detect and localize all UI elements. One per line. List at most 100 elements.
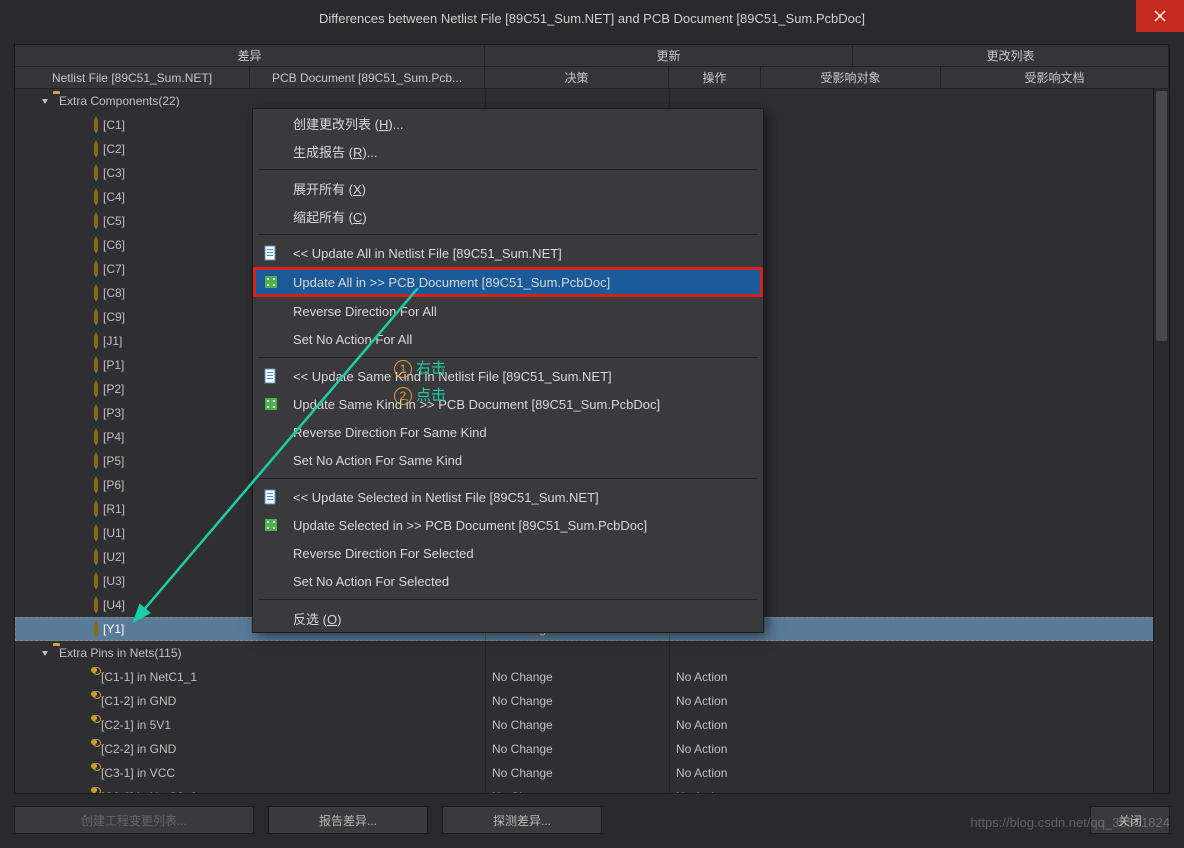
header-decision[interactable]: 决策	[485, 67, 669, 88]
component-icon	[95, 597, 97, 613]
pin-label: [C2-1] in 5V1	[101, 718, 171, 732]
menu-item[interactable]: Set No Action For All	[253, 325, 763, 353]
menu-item[interactable]: Update Same Kind in >> PCB Document [89C…	[253, 390, 763, 418]
component-label: [C4]	[103, 190, 125, 204]
component-label: [Y1]	[103, 622, 124, 636]
explore-diff-button[interactable]: 探测差异...	[442, 806, 602, 834]
menu-item[interactable]: 缩起所有 (C)	[253, 202, 763, 230]
component-label: [C2]	[103, 142, 125, 156]
scrollbar-thumb[interactable]	[1156, 91, 1167, 341]
component-icon	[95, 213, 97, 229]
component-icon	[95, 405, 97, 421]
menu-item-label: Reverse Direction For Same Kind	[293, 425, 487, 440]
component-label: [R1]	[103, 502, 125, 516]
component-label: [C1]	[103, 118, 125, 132]
netlist-doc-icon	[263, 245, 279, 261]
menu-item-label: Update Selected in >> PCB Document [89C5…	[293, 518, 647, 533]
expander-open-icon[interactable]	[39, 647, 51, 659]
component-label: [P6]	[103, 478, 124, 492]
tree-row[interactable]: [C3-2] in NetC3_2No ChangeNo Action	[15, 785, 1169, 793]
header-pcbdoc[interactable]: PCB Document [89C51_Sum.Pcb...	[250, 67, 485, 88]
header-affectdoc[interactable]: 受影响文档	[941, 67, 1169, 88]
tree-row[interactable]: Extra Pins in Nets(115)	[15, 641, 1169, 665]
expander-open-icon[interactable]	[39, 95, 51, 107]
menu-item[interactable]: << Update All in Netlist File [89C51_Sum…	[253, 239, 763, 267]
close-icon	[1154, 10, 1166, 22]
pin-label: [C3-1] in VCC	[101, 766, 175, 780]
component-label: [P1]	[103, 358, 124, 372]
menu-item[interactable]: Update Selected in >> PCB Document [89C5…	[253, 511, 763, 539]
component-icon	[95, 309, 97, 325]
component-icon	[95, 117, 97, 133]
menu-item[interactable]: Reverse Direction For Same Kind	[253, 418, 763, 446]
component-icon	[95, 549, 97, 565]
tree-row[interactable]: [C1-1] in NetC1_1No ChangeNo Action	[15, 665, 1169, 689]
menu-item-label: Reverse Direction For All	[293, 304, 437, 319]
pin-label: [C3-2] in NetC3_2	[101, 790, 197, 793]
scrollbar-track[interactable]	[1153, 89, 1169, 793]
component-icon	[95, 501, 97, 517]
tree-row[interactable]: [C3-1] in VCCNo ChangeNo Action	[15, 761, 1169, 785]
header-changelist[interactable]: 更改列表	[853, 45, 1169, 66]
tree-row[interactable]: [C2-2] in GNDNo ChangeNo Action	[15, 737, 1169, 761]
menu-item[interactable]: << Update Same Kind in Netlist File [89C…	[253, 362, 763, 390]
group-label: Extra Pins in Nets(115)	[59, 646, 182, 660]
component-icon	[95, 261, 97, 277]
menu-item-label: Update All in >> PCB Document [89C51_Sum…	[293, 275, 610, 290]
netlist-doc-icon	[263, 368, 279, 384]
menu-item[interactable]: 展开所有 (X)	[253, 174, 763, 202]
component-label: [U1]	[103, 526, 125, 540]
component-label: [C8]	[103, 286, 125, 300]
menu-item[interactable]: Update All in >> PCB Document [89C51_Sum…	[253, 267, 763, 297]
tree-row[interactable]: [C1-2] in GNDNo ChangeNo Action	[15, 689, 1169, 713]
component-icon	[95, 573, 97, 589]
group-label: Extra Components(22)	[59, 94, 180, 108]
component-icon	[95, 189, 97, 205]
header-netlist[interactable]: Netlist File [89C51_Sum.NET]	[15, 67, 250, 88]
component-label: [P2]	[103, 382, 124, 396]
header-update[interactable]: 更新	[485, 45, 853, 66]
watermark: https://blog.csdn.net/qq_38351824	[971, 815, 1171, 830]
pin-label: [C2-2] in GND	[101, 742, 176, 756]
menu-item[interactable]: Set No Action For Selected	[253, 567, 763, 595]
close-button[interactable]	[1136, 0, 1184, 32]
header-affectobj[interactable]: 受影响对象	[761, 67, 941, 88]
component-label: [U2]	[103, 550, 125, 564]
menu-item[interactable]: Reverse Direction For Selected	[253, 539, 763, 567]
pcb-doc-icon	[263, 396, 279, 412]
menu-item[interactable]: << Update Selected in Netlist File [89C5…	[253, 483, 763, 511]
menu-item-label: 生成报告 (R)...	[293, 142, 378, 161]
menu-item-label: << Update All in Netlist File [89C51_Sum…	[293, 246, 562, 261]
pcb-doc-icon	[263, 517, 279, 533]
component-label: [P4]	[103, 430, 124, 444]
header-diff[interactable]: 差异	[15, 45, 485, 66]
component-icon	[95, 357, 97, 373]
component-icon	[95, 285, 97, 301]
menu-item[interactable]: Set No Action For Same Kind	[253, 446, 763, 474]
pin-label: [C1-2] in GND	[101, 694, 176, 708]
column-header-row1: 差异 更新 更改列表	[15, 45, 1169, 67]
component-label: [C3]	[103, 166, 125, 180]
menu-item[interactable]: 反选 (O)	[253, 604, 763, 632]
menu-separator	[259, 357, 757, 358]
header-action[interactable]: 操作	[669, 67, 761, 88]
report-diff-button[interactable]: 报告差异...	[268, 806, 428, 834]
context-menu: 创建更改列表 (H)... 生成报告 (R)... 展开所有 (X)缩起所有 (C)…	[252, 108, 764, 633]
tree-row[interactable]: [C2-1] in 5V1No ChangeNo Action	[15, 713, 1169, 737]
menu-item-label: Set No Action For All	[293, 332, 412, 347]
pin-label: [C1-1] in NetC1_1	[101, 670, 197, 684]
menu-separator	[259, 234, 757, 235]
create-changelist-button[interactable]: 创建工程变更列表...	[14, 806, 254, 834]
menu-item[interactable]: 创建更改列表 (H)...	[253, 109, 763, 137]
component-label: [C7]	[103, 262, 125, 276]
menu-item[interactable]: Reverse Direction For All	[253, 297, 763, 325]
component-icon	[95, 237, 97, 253]
menu-separator	[259, 599, 757, 600]
menu-item-label: 创建更改列表 (H)...	[293, 114, 404, 133]
menu-item-label: << Update Selected in Netlist File [89C5…	[293, 490, 599, 505]
component-label: [P5]	[103, 454, 124, 468]
component-icon	[95, 165, 97, 181]
component-label: [U4]	[103, 598, 125, 612]
menu-item-label: << Update Same Kind in Netlist File [89C…	[293, 369, 612, 384]
menu-item[interactable]: 生成报告 (R)...	[253, 137, 763, 165]
